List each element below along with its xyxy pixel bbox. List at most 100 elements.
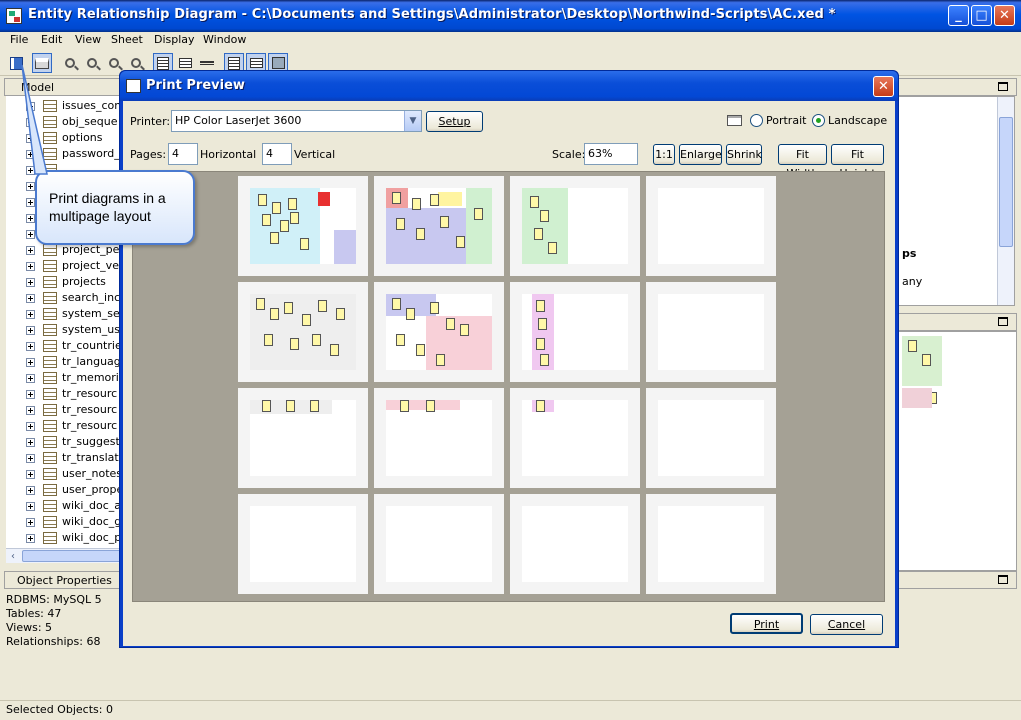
scroll-left-icon[interactable]: ‹ bbox=[6, 550, 20, 563]
diagram-table-box bbox=[312, 334, 321, 346]
tree-item-label: tr_suggest bbox=[62, 435, 120, 448]
diagram-table-box bbox=[446, 318, 455, 330]
diagram-table-box bbox=[536, 400, 545, 412]
print-button[interactable]: Print bbox=[730, 613, 803, 634]
landscape-radio[interactable] bbox=[812, 114, 825, 127]
expand-icon[interactable] bbox=[26, 294, 35, 303]
prop-tables: Tables: 47 bbox=[6, 607, 62, 620]
tree-item[interactable]: tr_translat bbox=[6, 450, 121, 466]
expand-icon[interactable] bbox=[26, 518, 35, 527]
tree-item[interactable]: user_prope bbox=[6, 482, 121, 498]
restore-icon[interactable] bbox=[998, 317, 1008, 326]
tree-item-label: tr_countrie bbox=[62, 339, 121, 352]
menu-view[interactable]: View bbox=[75, 33, 101, 46]
minimize-button[interactable]: _ bbox=[948, 5, 969, 26]
expand-icon[interactable] bbox=[26, 422, 35, 431]
printer-select[interactable]: HP Color LaserJet 3600 ▼ bbox=[171, 110, 422, 132]
tree-item[interactable]: tr_suggest bbox=[6, 434, 121, 450]
expand-icon[interactable] bbox=[26, 342, 35, 351]
tree-item[interactable]: projects bbox=[6, 274, 121, 290]
menu-sheet[interactable]: Sheet bbox=[111, 33, 143, 46]
print-preview-dialog: Print Preview ✕ Printer: HP Color LaserJ… bbox=[119, 70, 899, 648]
diagram-table-box bbox=[262, 400, 271, 412]
expand-icon[interactable] bbox=[26, 534, 35, 543]
expand-icon[interactable] bbox=[26, 390, 35, 399]
portrait-radio[interactable] bbox=[750, 114, 763, 127]
menu-edit[interactable]: Edit bbox=[41, 33, 62, 46]
one-to-one-button[interactable]: 1:1 bbox=[653, 144, 675, 165]
tree-item[interactable]: project_ve bbox=[6, 258, 121, 274]
tree-item[interactable]: tr_resourc bbox=[6, 402, 121, 418]
table-icon bbox=[43, 260, 57, 272]
tree-item[interactable]: wiki_doc_p bbox=[6, 530, 121, 546]
maximize-button[interactable]: □ bbox=[971, 5, 992, 26]
expand-icon[interactable] bbox=[26, 246, 35, 255]
tree-item[interactable]: wiki_doc_a bbox=[6, 498, 121, 514]
expand-icon[interactable] bbox=[26, 230, 35, 239]
expand-icon[interactable] bbox=[26, 486, 35, 495]
tree-item[interactable]: wiki_doc_g bbox=[6, 514, 121, 530]
tree-item[interactable]: tr_resourc bbox=[6, 418, 121, 434]
menu-window[interactable]: Window bbox=[203, 33, 246, 46]
scroll-thumb[interactable] bbox=[999, 117, 1013, 247]
table-icon bbox=[43, 388, 57, 400]
preview-page bbox=[238, 388, 368, 488]
pages-vertical-input[interactable]: 4 bbox=[262, 143, 292, 165]
menu-display[interactable]: Display bbox=[154, 33, 195, 46]
table-icon bbox=[43, 244, 57, 256]
tree-item[interactable]: user_notes bbox=[6, 466, 121, 482]
tree-item[interactable]: system_se bbox=[6, 306, 121, 322]
setup-button[interactable]: Setup bbox=[426, 111, 483, 132]
diagram-table-box bbox=[270, 232, 279, 244]
tree-item[interactable]: tr_resourc bbox=[6, 386, 121, 402]
expand-icon[interactable] bbox=[26, 358, 35, 367]
tree-item[interactable]: search_inc bbox=[6, 290, 121, 306]
diagram-region bbox=[386, 400, 460, 410]
scroll-thumb[interactable] bbox=[22, 550, 122, 562]
expand-icon[interactable] bbox=[26, 438, 35, 447]
tree-item[interactable]: tr_languag bbox=[6, 354, 121, 370]
tree-item[interactable]: tr_countrie bbox=[6, 338, 121, 354]
expand-icon[interactable] bbox=[26, 310, 35, 319]
menu-file[interactable]: File bbox=[10, 33, 28, 46]
tree-item[interactable]: system_us bbox=[6, 322, 121, 338]
horizontal-scrollbar[interactable]: ‹ bbox=[6, 548, 122, 563]
fit-width-button[interactable]: Fit Width bbox=[778, 144, 827, 180]
vertical-scrollbar[interactable] bbox=[997, 97, 1014, 305]
cancel-button[interactable]: Cancel bbox=[810, 614, 883, 635]
page-sheet bbox=[386, 400, 492, 476]
expand-icon[interactable] bbox=[26, 502, 35, 511]
preview-area[interactable] bbox=[132, 171, 885, 602]
close-button[interactable]: ✕ bbox=[994, 5, 1015, 26]
expand-icon[interactable] bbox=[26, 470, 35, 479]
expand-icon[interactable] bbox=[26, 262, 35, 271]
page-sheet bbox=[250, 400, 356, 476]
zoom-in-icon[interactable] bbox=[82, 53, 102, 73]
pages-horizontal-input[interactable]: 4 bbox=[168, 143, 198, 165]
scale-input[interactable]: 63% bbox=[584, 143, 638, 165]
expand-icon[interactable] bbox=[26, 198, 35, 207]
expand-icon[interactable] bbox=[26, 278, 35, 287]
enlarge-button[interactable]: Enlarge bbox=[679, 144, 722, 165]
expand-icon[interactable] bbox=[26, 454, 35, 463]
shrink-button[interactable]: Shrink bbox=[726, 144, 762, 165]
restore-icon[interactable] bbox=[998, 575, 1008, 584]
tree-item[interactable]: tr_memorie bbox=[6, 370, 121, 386]
dialog-close-button[interactable]: ✕ bbox=[873, 76, 894, 97]
tree-item-label: projects bbox=[62, 275, 106, 288]
expand-icon[interactable] bbox=[26, 326, 35, 335]
expand-icon[interactable] bbox=[26, 406, 35, 415]
expand-icon[interactable] bbox=[26, 214, 35, 223]
fit-height-button[interactable]: Fit Height bbox=[831, 144, 884, 180]
page-sheet bbox=[386, 506, 492, 582]
dialog-titlebar[interactable]: Print Preview ✕ bbox=[120, 71, 898, 101]
window-titlebar[interactable]: Entity Relationship Diagram - C:\Documen… bbox=[0, 0, 1021, 32]
portrait-label: Portrait bbox=[766, 114, 807, 127]
expand-icon[interactable] bbox=[26, 374, 35, 383]
preview-page bbox=[646, 176, 776, 276]
preview-page bbox=[238, 282, 368, 382]
restore-icon[interactable] bbox=[998, 82, 1008, 91]
chevron-down-icon[interactable]: ▼ bbox=[404, 111, 421, 131]
tree-item-label: wiki_doc_g bbox=[62, 515, 121, 528]
expand-icon[interactable] bbox=[26, 182, 35, 191]
